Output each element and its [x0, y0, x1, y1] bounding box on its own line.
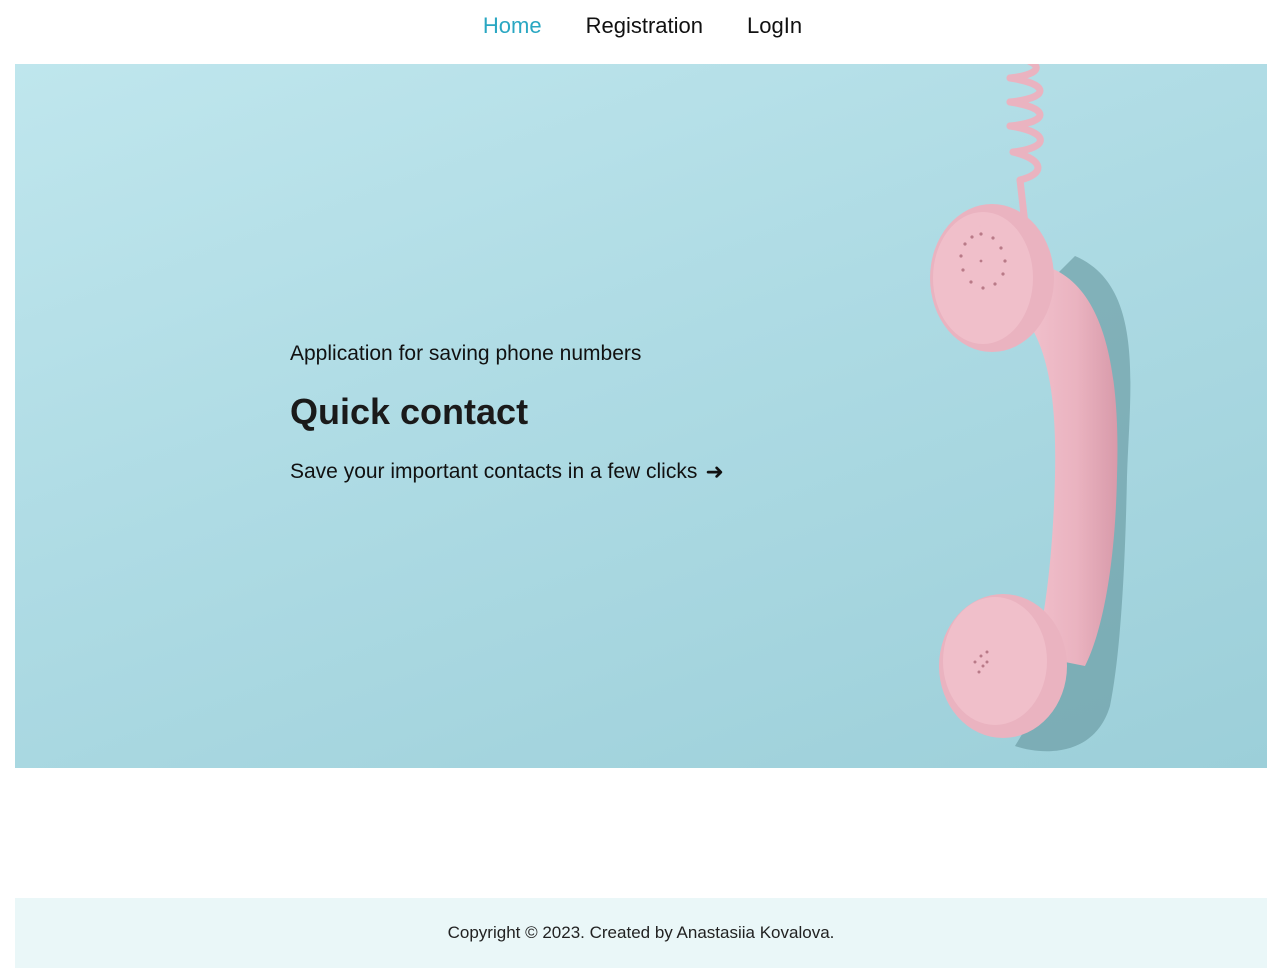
- nav-registration-link[interactable]: Registration: [586, 15, 703, 37]
- telephone-handset-image: [930, 64, 1131, 752]
- hero-tagline-text: Save your important contacts in a few cl…: [290, 460, 698, 483]
- hero-banner: Application for saving phone numbers Qui…: [15, 64, 1267, 768]
- hero-title: Quick contact: [290, 391, 529, 432]
- hero-text-block: Application for saving phone numbers Qui…: [290, 342, 724, 485]
- nav-home-link[interactable]: Home: [483, 15, 542, 37]
- nav-login-link[interactable]: LogIn: [747, 15, 802, 37]
- hero-tagline-link[interactable]: Save your important contacts in a few cl…: [290, 459, 724, 485]
- footer-copyright: Copyright © 2023. Created by Anastasiia …: [447, 923, 835, 942]
- main-navigation: Home Registration LogIn: [0, 0, 1285, 52]
- page-footer: Copyright © 2023. Created by Anastasiia …: [15, 898, 1267, 968]
- hero-subtitle: Application for saving phone numbers: [290, 342, 642, 365]
- right-arrow-icon: ➜: [705, 459, 724, 484]
